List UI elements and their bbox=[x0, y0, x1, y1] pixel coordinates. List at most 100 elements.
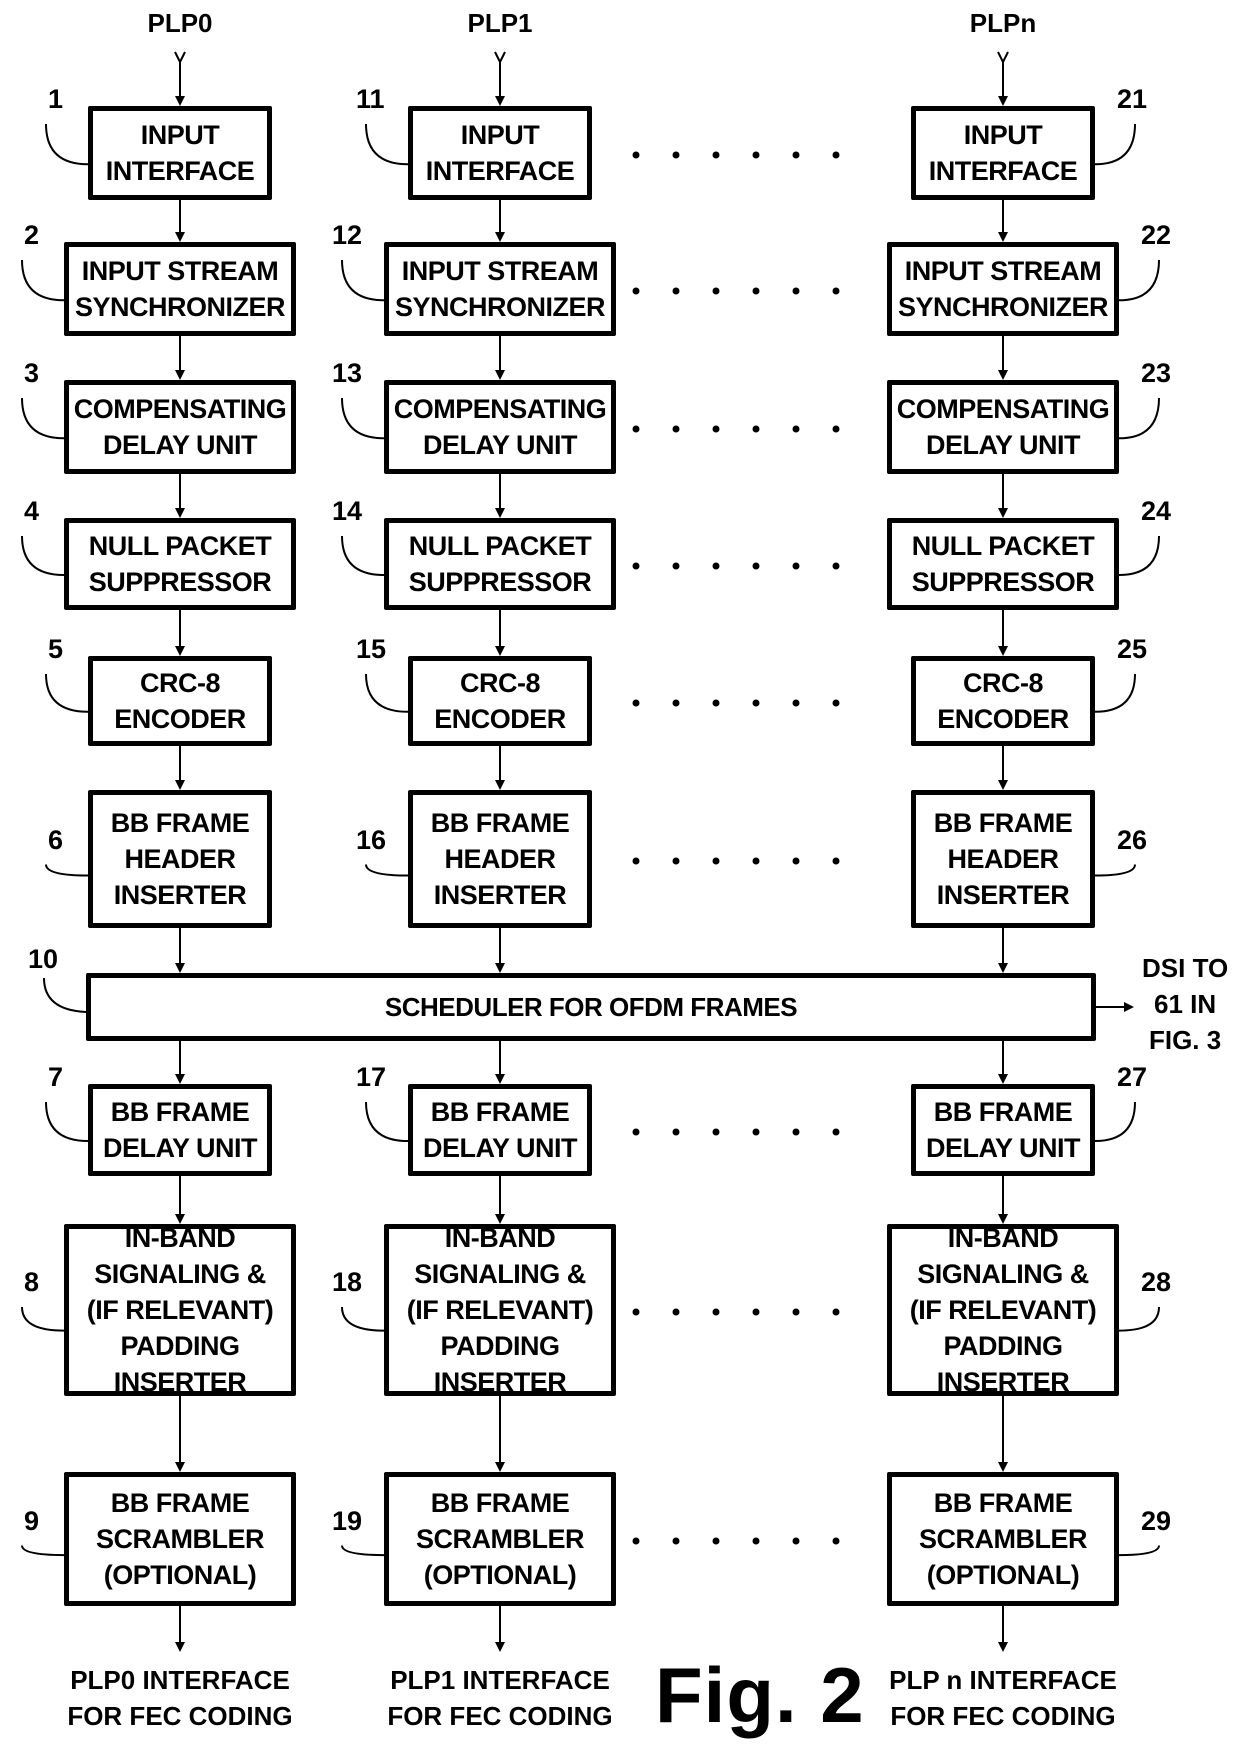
leader-line bbox=[21, 1545, 65, 1557]
ellipsis-dot bbox=[752, 1537, 760, 1545]
ellipsis-dot bbox=[632, 1128, 640, 1136]
leader-line bbox=[341, 535, 385, 577]
block-text-line: ENCODER bbox=[434, 704, 566, 734]
block-text-line: CRC-8 bbox=[139, 668, 221, 698]
arrowhead-icon bbox=[1124, 1002, 1134, 1012]
output-label-plp0: PLP0 INTERFACE FOR FEC CODING bbox=[67, 1662, 292, 1734]
output-label-plpn: PLP n INTERFACE FOR FEC CODING bbox=[889, 1662, 1117, 1734]
block-text-line: INTERFACE bbox=[928, 156, 1078, 186]
block-text-line: BB FRAME bbox=[110, 808, 250, 838]
ellipsis-dot bbox=[672, 1308, 680, 1316]
leader-line bbox=[45, 123, 89, 166]
arrowhead-icon bbox=[175, 780, 185, 790]
block-26: BB FRAME HEADER INSERTER bbox=[911, 790, 1095, 928]
ellipsis-dot bbox=[832, 425, 840, 433]
ref-numeral: 17 bbox=[356, 1062, 387, 1092]
ellipsis-dot bbox=[672, 857, 680, 865]
ref-numeral: 6 bbox=[48, 824, 64, 855]
leader-line bbox=[1094, 123, 1136, 166]
block-14: NULL PACKET SUPPRESSOR bbox=[384, 518, 616, 610]
ellipsis-dot bbox=[832, 699, 840, 707]
block-text-line: INPUT STREAM bbox=[401, 256, 599, 286]
output-label-line: PLP n INTERFACE bbox=[889, 1665, 1117, 1695]
ellipsis-dot bbox=[792, 857, 800, 865]
block-29: BB FRAME SCRAMBLER (OPTIONAL) bbox=[887, 1472, 1119, 1606]
ref-numeral: 19 bbox=[332, 1505, 363, 1536]
ref-numeral: 27 bbox=[1117, 1062, 1148, 1092]
leader-line bbox=[1118, 259, 1160, 302]
arrowhead-icon bbox=[998, 508, 1008, 518]
ellipsis-dot bbox=[632, 151, 640, 159]
block-text-line: BB FRAME bbox=[933, 1097, 1073, 1127]
ref-numeral: 2 bbox=[24, 220, 40, 250]
arrowhead-icon bbox=[998, 1642, 1008, 1652]
ellipsis-dot bbox=[832, 1537, 840, 1545]
block-text-line: SCRAMBLER bbox=[96, 1524, 265, 1554]
ellipsis-dot bbox=[632, 1537, 640, 1545]
block-text-line: NULL PACKET bbox=[88, 531, 272, 561]
block-text-line: (IF RELEVANT) bbox=[86, 1295, 274, 1325]
block-4: NULL PACKET SUPPRESSOR bbox=[64, 518, 296, 610]
block-text-line: BB FRAME bbox=[430, 808, 570, 838]
ref-numeral: 22 bbox=[1141, 220, 1172, 250]
ellipsis-dot bbox=[672, 562, 680, 570]
ref-numeral: 7 bbox=[48, 1062, 64, 1092]
ellipsis-dot bbox=[672, 1128, 680, 1136]
block-text-line: DELAY UNIT bbox=[102, 430, 258, 460]
block-text-line: (OPTIONAL) bbox=[926, 1560, 1080, 1590]
block-text-line: DELAY UNIT bbox=[925, 1133, 1081, 1163]
ref-numeral: 21 bbox=[1117, 84, 1148, 114]
ellipsis-dot bbox=[712, 857, 720, 865]
ref-numeral: 11 bbox=[356, 84, 385, 114]
block-text-line: IN-BAND bbox=[124, 1223, 236, 1253]
ref-numeral: 18 bbox=[332, 1267, 363, 1297]
ellipsis-dot bbox=[792, 151, 800, 159]
ellipsis-dot bbox=[752, 425, 760, 433]
block-text-line: INSERTER bbox=[936, 1367, 1070, 1397]
block-text-line: PADDING bbox=[440, 1331, 560, 1361]
arrowhead-icon bbox=[998, 963, 1008, 973]
block-3: COMPENSATING DELAY UNIT bbox=[64, 380, 296, 474]
block-9: BB FRAME SCRAMBLER (OPTIONAL) bbox=[64, 1472, 296, 1606]
ellipsis-dot bbox=[632, 699, 640, 707]
arrowhead-icon bbox=[998, 232, 1008, 242]
block-text-line: COMPENSATING bbox=[896, 394, 1110, 424]
ellipsis-dot bbox=[712, 562, 720, 570]
ref-numeral: 13 bbox=[332, 358, 363, 388]
block-12: INPUT STREAM SYNCHRONIZER bbox=[384, 242, 616, 336]
arrowhead-icon bbox=[175, 963, 185, 973]
figure-label: Fig. 2 bbox=[655, 1651, 865, 1739]
arrowhead-icon bbox=[495, 646, 505, 656]
input-fork-icon bbox=[997, 51, 1009, 65]
leader-line bbox=[21, 535, 65, 577]
block-21: INPUT INTERFACE bbox=[911, 106, 1095, 200]
ellipsis-dot bbox=[832, 151, 840, 159]
block-text-line: INPUT bbox=[140, 120, 220, 150]
arrowhead-icon bbox=[998, 370, 1008, 380]
ellipsis-dot bbox=[672, 1537, 680, 1545]
block-text-line: INPUT bbox=[963, 120, 1043, 150]
leader-line bbox=[1118, 397, 1160, 440]
block-text-line: NULL PACKET bbox=[911, 531, 1095, 561]
ellipsis-dot bbox=[712, 1128, 720, 1136]
ellipsis-dot bbox=[672, 287, 680, 295]
dsi-output-line: 61 IN bbox=[1154, 989, 1217, 1019]
block-text-line: COMPENSATING bbox=[393, 394, 607, 424]
ellipsis-dot bbox=[832, 1128, 840, 1136]
block-text-line: PADDING bbox=[120, 1331, 240, 1361]
block-text-line: BB FRAME bbox=[110, 1097, 250, 1127]
ellipsis-dot bbox=[752, 1308, 760, 1316]
dsi-output-label: DSI TO 61 IN FIG. 3 bbox=[1142, 950, 1228, 1058]
block-text-line: ENCODER bbox=[114, 704, 246, 734]
block-27: BB FRAME DELAY UNIT bbox=[911, 1084, 1095, 1176]
block-28: IN-BAND SIGNALING & (IF RELEVANT) PADDING IN… bbox=[887, 1223, 1119, 1397]
block-text-line: BB FRAME bbox=[430, 1097, 570, 1127]
block-2: INPUT STREAM SYNCHRONIZER bbox=[64, 242, 296, 336]
block-text-line: BB FRAME bbox=[430, 1488, 570, 1518]
block-text-line: BB FRAME bbox=[110, 1488, 250, 1518]
input-label-plpn: PLPn bbox=[969, 8, 1037, 38]
block-text-line: SYNCHRONIZER bbox=[394, 292, 606, 322]
leader-line bbox=[45, 864, 89, 877]
block-text-line: PADDING bbox=[943, 1331, 1063, 1361]
block-11: INPUT INTERFACE bbox=[408, 106, 592, 200]
